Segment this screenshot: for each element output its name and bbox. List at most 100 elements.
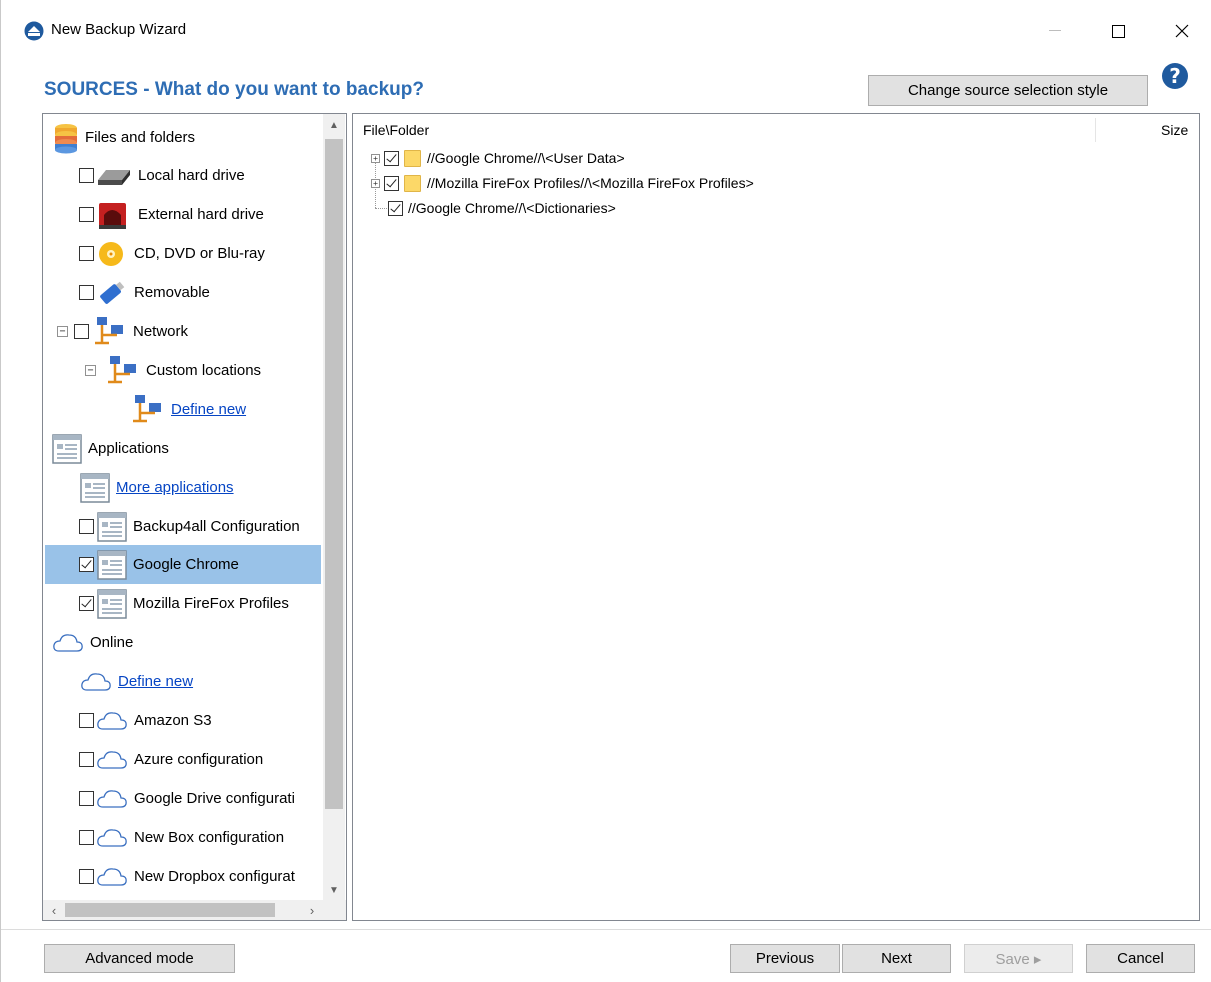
tree-item-label: Network (133, 323, 189, 340)
tree-item-label: New Box configuration (134, 829, 285, 846)
cancel-button[interactable]: Cancel (1086, 944, 1195, 973)
tree-item-google-drive-configuration[interactable]: Google Drive configurati (79, 779, 295, 818)
google-drive-configuration-checkbox[interactable] (79, 791, 94, 806)
tree-item-more-applications[interactable]: More applications (80, 468, 234, 507)
collapse-network-toggle[interactable]: − (57, 326, 68, 337)
file-path: //Google Chrome//\<User Data> (427, 150, 625, 166)
tree-item-label: Removable (134, 284, 210, 301)
define-new-online-link[interactable]: Define new (118, 673, 193, 690)
tree-item-cd-dvd-bluray[interactable]: CD, DVD or Blu-ray (79, 234, 265, 273)
tree-item-google-chrome[interactable]: Google Chrome (45, 545, 321, 584)
scroll-thumb[interactable] (325, 139, 343, 809)
scroll-thumb[interactable] (65, 903, 275, 917)
tree-item-files-and-folders[interactable]: Files and folders (53, 118, 195, 157)
next-button[interactable]: Next (842, 944, 951, 973)
save-button[interactable]: Save ▸ (964, 944, 1073, 973)
tree-item-removable[interactable]: Removable (79, 273, 210, 312)
tree-item-azure-configuration[interactable]: Azure configuration (79, 740, 263, 779)
cloud-icon (96, 709, 128, 733)
tree-item-label: Online (90, 634, 134, 651)
define-new-network-link[interactable]: Define new (171, 401, 246, 418)
tree-item-define-new-network[interactable]: Define new (127, 390, 246, 429)
network-checkbox[interactable] (74, 324, 89, 339)
minimize-button[interactable] (1035, 14, 1075, 48)
file-row-checkbox[interactable] (384, 150, 399, 166)
advanced-mode-button[interactable]: Advanced mode (44, 944, 235, 973)
tree-item-online[interactable]: Online (52, 623, 133, 662)
tree-item-new-box-configuration[interactable]: New Box configuration (79, 818, 284, 857)
sources-horizontal-scrollbar[interactable]: ‹ › (43, 900, 346, 920)
tree-item-label: External hard drive (138, 206, 264, 223)
tree-item-custom-locations[interactable]: − Custom locations (85, 351, 261, 390)
tree-item-external-hard-drive[interactable]: External hard drive (79, 195, 264, 234)
maximize-button[interactable] (1098, 14, 1138, 48)
network-icon (102, 354, 140, 388)
tree-item-define-new-online[interactable]: Define new (80, 662, 193, 701)
amazon-s3-checkbox[interactable] (79, 713, 94, 728)
file-row-checkbox[interactable] (384, 175, 399, 191)
application-icon (97, 511, 127, 543)
tree-item-amazon-s3[interactable]: Amazon S3 (79, 701, 212, 740)
collapse-custom-locations-toggle[interactable]: − (85, 365, 96, 376)
scroll-down-icon[interactable]: ▼ (323, 879, 345, 901)
file-row-checkbox[interactable] (388, 200, 403, 216)
hard-drive-icon (94, 164, 132, 188)
expand-row-toggle[interactable]: + (371, 153, 380, 163)
cloud-icon (96, 748, 128, 772)
tree-item-label: CD, DVD or Blu-ray (134, 245, 265, 262)
tree-item-label: Mozilla FireFox Profiles (133, 595, 289, 612)
backup4all-logo-icon (24, 21, 44, 41)
external-drive-icon (94, 199, 132, 231)
local-hard-drive-checkbox[interactable] (79, 168, 94, 183)
window-title: New Backup Wizard (51, 21, 187, 38)
selected-files-list[interactable]: File\Folder Size + //Google Chrome//\<Us… (352, 113, 1200, 921)
scroll-left-icon[interactable]: ‹ (43, 900, 65, 920)
column-header-size[interactable]: Size (1161, 122, 1188, 138)
tree-item-label: New Dropbox configurat (134, 868, 295, 885)
azure-configuration-checkbox[interactable] (79, 752, 94, 767)
previous-button[interactable]: Previous (730, 944, 840, 973)
removable-checkbox[interactable] (79, 285, 94, 300)
tree-item-local-hard-drive[interactable]: Local hard drive (79, 156, 245, 195)
mozilla-firefox-profiles-checkbox[interactable] (79, 596, 94, 611)
scroll-up-icon[interactable]: ▲ (323, 114, 345, 136)
cd-dvd-bluray-checkbox[interactable] (79, 246, 94, 261)
column-header-file-folder[interactable]: File\Folder (363, 122, 429, 138)
google-chrome-checkbox[interactable] (79, 557, 94, 572)
tree-item-applications[interactable]: Applications (52, 429, 169, 468)
help-icon[interactable]: ? (1162, 63, 1188, 89)
new-box-configuration-checkbox[interactable] (79, 830, 94, 845)
footer-divider (1, 929, 1211, 930)
database-icon (53, 122, 79, 154)
backup4all-configuration-checkbox[interactable] (79, 519, 94, 534)
cloud-icon (96, 787, 128, 811)
cloud-icon (96, 826, 128, 850)
file-row[interactable]: + //Google Chrome//\<User Data> (371, 146, 625, 170)
cloud-icon (96, 865, 128, 889)
sources-vertical-scrollbar[interactable]: ▲ ▼ (323, 114, 345, 901)
tree-item-label: Custom locations (146, 362, 262, 379)
tree-item-mozilla-firefox-profiles[interactable]: Mozilla FireFox Profiles (79, 584, 289, 623)
external-hard-drive-checkbox[interactable] (79, 207, 94, 222)
sources-tree[interactable]: Files and folders Local hard drive Exter… (42, 113, 347, 921)
change-source-selection-style-button[interactable]: Change source selection style (868, 75, 1148, 106)
scroll-right-icon[interactable]: › (301, 900, 323, 920)
tree-item-label: Google Chrome (133, 556, 239, 573)
usb-drive-icon (94, 278, 128, 308)
expand-row-toggle[interactable]: + (371, 178, 380, 188)
new-dropbox-configuration-checkbox[interactable] (79, 869, 94, 884)
file-row[interactable]: //Google Chrome//\<Dictionaries> (388, 196, 616, 220)
file-row[interactable]: + //Mozilla FireFox Profiles//\<Mozilla … (371, 171, 754, 195)
column-divider (1095, 118, 1096, 142)
application-icon (52, 433, 82, 465)
tree-item-label: Applications (88, 440, 169, 457)
tree-item-network[interactable]: − Network (57, 312, 188, 351)
tree-item-label: Azure configuration (134, 751, 264, 768)
application-icon (80, 472, 110, 504)
tree-item-new-dropbox-configuration[interactable]: New Dropbox configurat (79, 857, 295, 896)
application-icon (97, 549, 127, 581)
close-button[interactable] (1162, 14, 1202, 48)
tree-item-backup4all-configuration[interactable]: Backup4all Configuration (79, 507, 300, 546)
more-applications-link[interactable]: More applications (116, 479, 234, 496)
page-title: SOURCES - What do you want to backup? (44, 79, 424, 100)
